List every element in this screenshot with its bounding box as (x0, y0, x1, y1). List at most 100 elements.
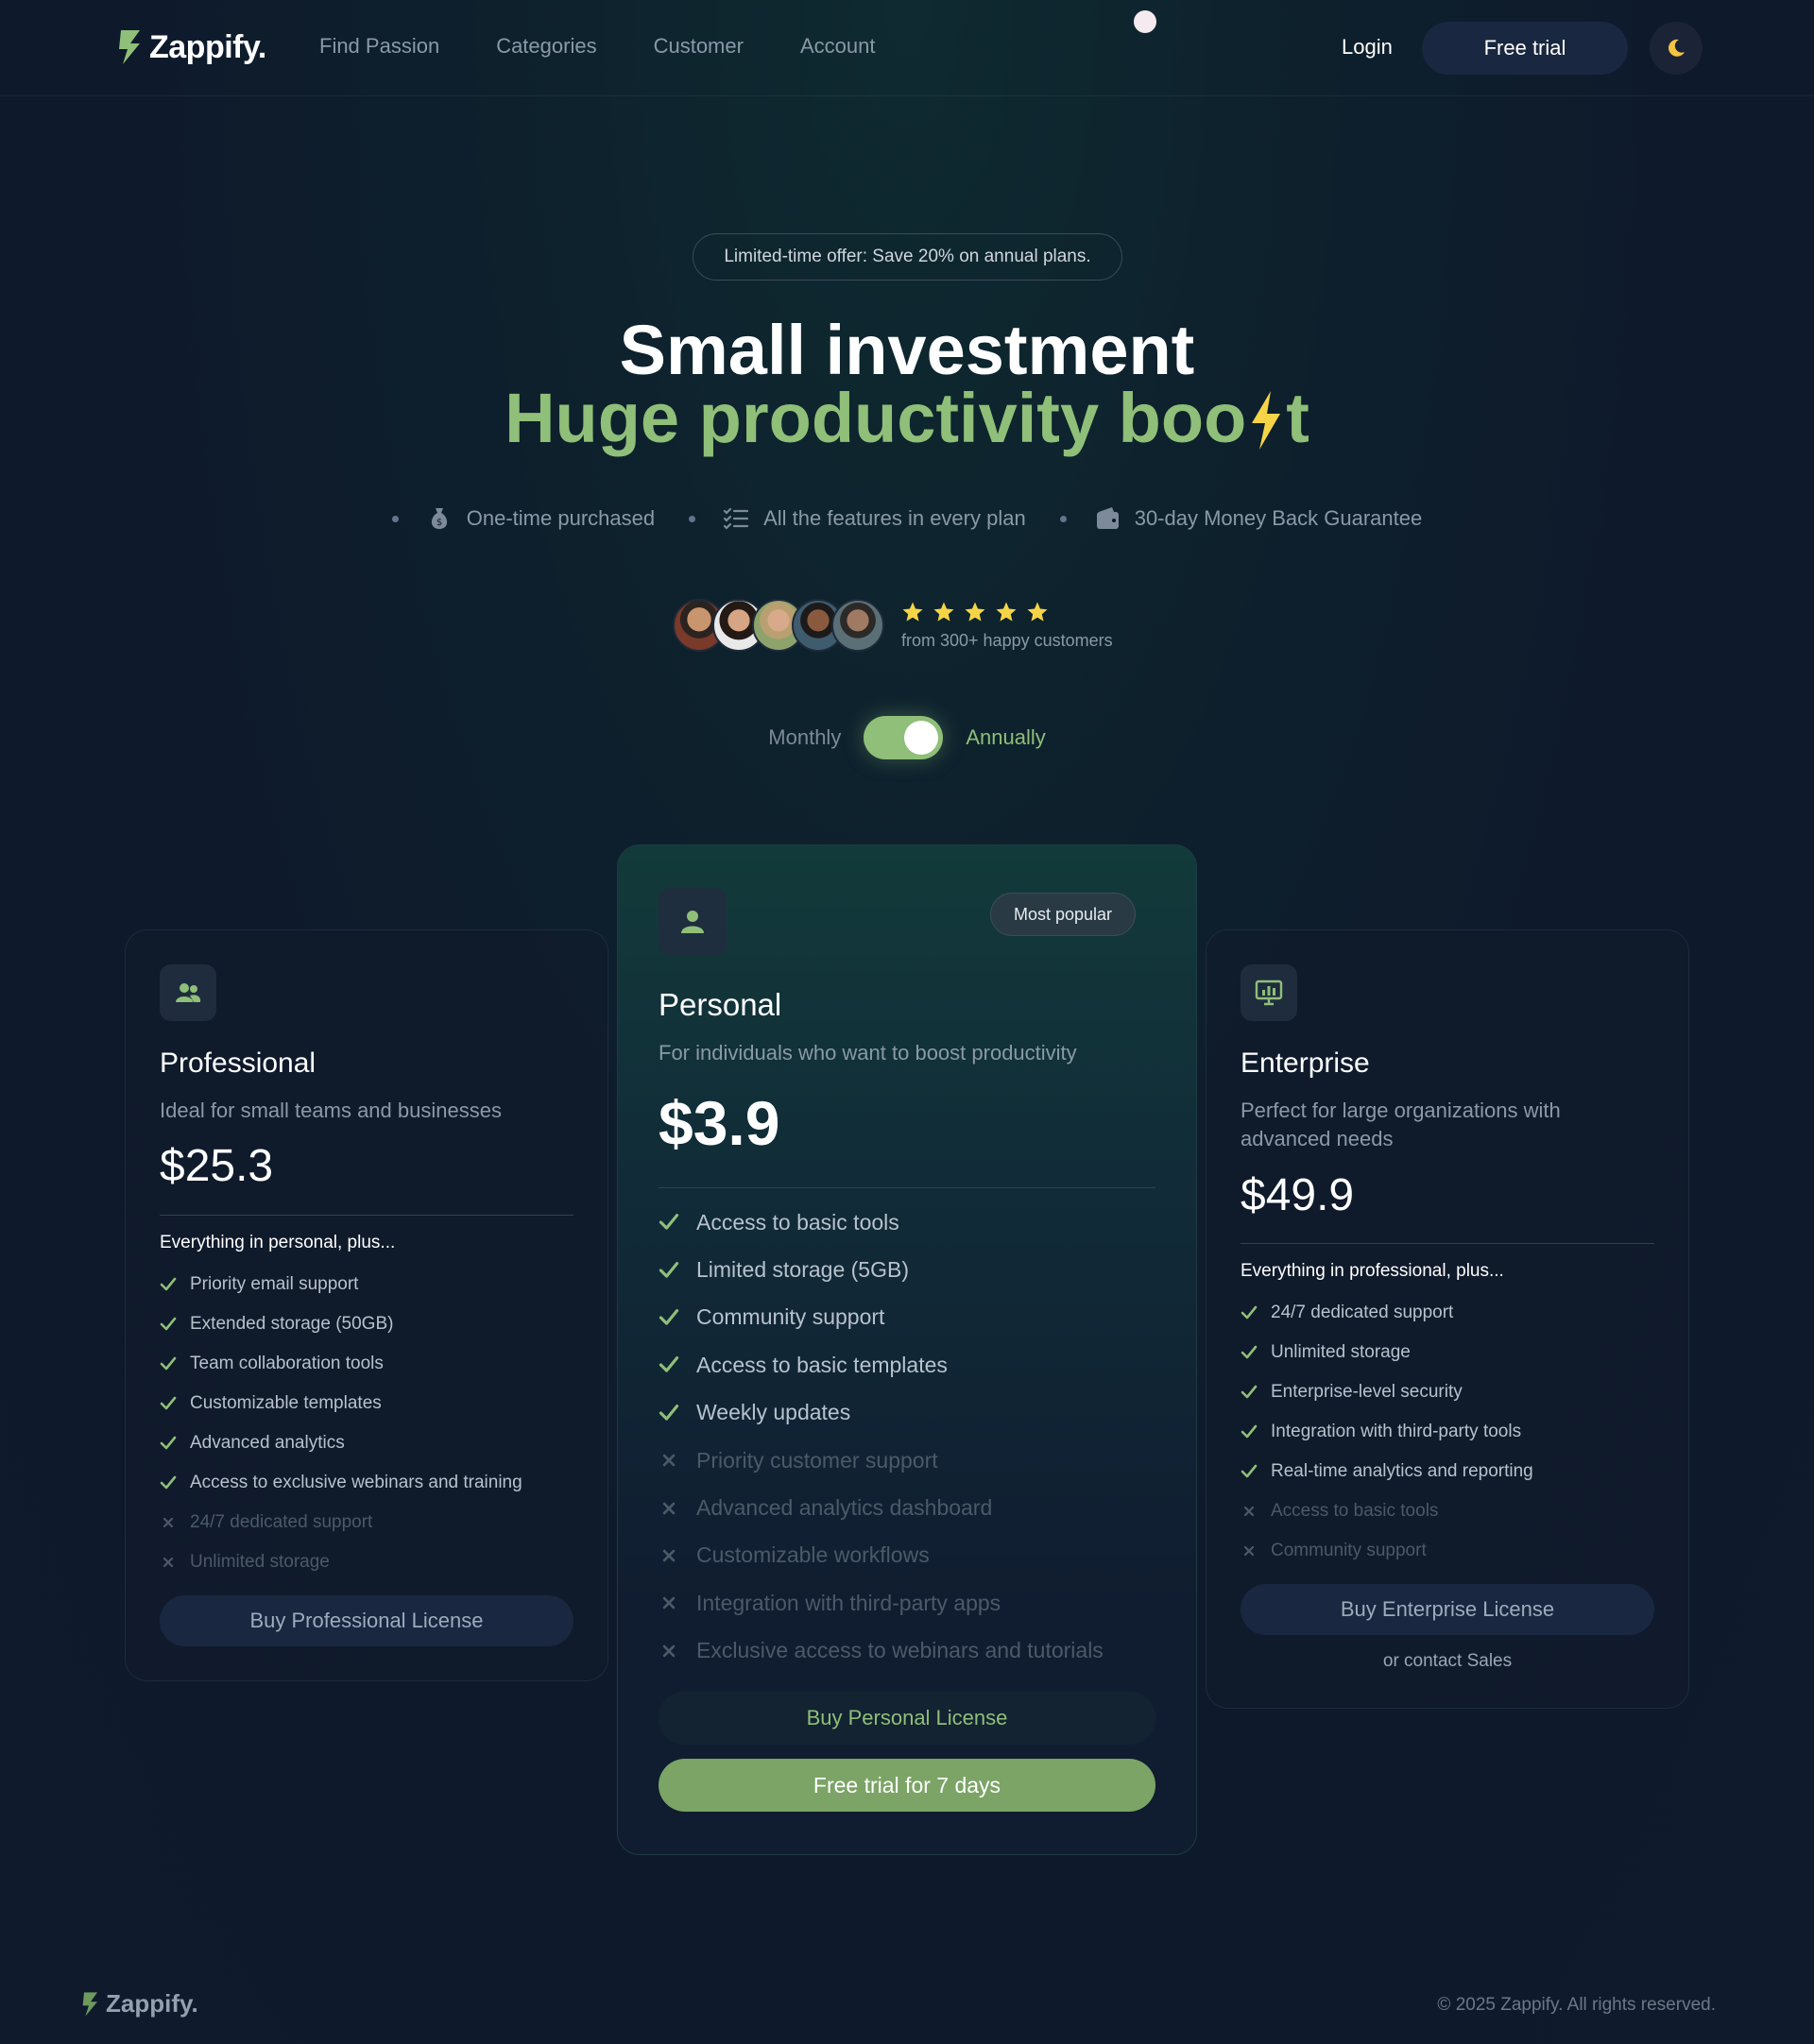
billing-toggle-row: Monthly Annually (0, 716, 1814, 759)
feature-text: Customizable workflows (696, 1542, 930, 1568)
svg-text:$: $ (436, 518, 442, 528)
bullet (391, 515, 399, 522)
user-icon (681, 911, 704, 933)
feature-text: Priority email support (190, 1274, 359, 1294)
feature-text: One-time purchased (466, 506, 656, 530)
x-icon (662, 1597, 676, 1610)
feature-text: All the features in every plan (763, 506, 1026, 530)
check-icon (659, 1261, 679, 1278)
hero-features: $ One-time purchased All the features in… (0, 504, 1814, 533)
users-icon (176, 983, 201, 1002)
most-popular-badge: Most popular (990, 893, 1137, 936)
feature-excluded: Community support (1241, 1531, 1533, 1571)
feature-excluded: Customizable workflows (659, 1532, 1104, 1579)
plan-price: $49.9 (1241, 1170, 1355, 1220)
feature-text: Advanced analytics (190, 1433, 345, 1453)
feature-included: 24/7 dedicated support (1241, 1293, 1533, 1333)
buy-enterprise-button[interactable]: Buy Enterprise License (1241, 1584, 1654, 1635)
billing-toggle[interactable] (864, 716, 944, 759)
feature-excluded: Priority customer support (659, 1437, 1104, 1484)
feature-text: Weekly updates (696, 1400, 851, 1425)
feature-excluded: 24/7 dedicated support (160, 1503, 522, 1542)
checklist-icon (723, 507, 749, 530)
wallet-icon (1096, 507, 1119, 529)
x-icon (1243, 1545, 1255, 1557)
zappify-logo-icon (119, 30, 140, 64)
theme-toggle-button[interactable] (1650, 22, 1703, 75)
feature-text: Unlimited storage (1271, 1342, 1411, 1362)
check-icon (659, 1356, 679, 1373)
feature-text: Community support (1271, 1541, 1427, 1560)
x-icon (662, 1549, 676, 1562)
feature-text: Integration with third-party apps (696, 1590, 1001, 1615)
rating-stars (901, 601, 1113, 623)
x-icon (1243, 1506, 1255, 1517)
plan-icon-box (160, 964, 216, 1021)
toggle-knob (904, 721, 939, 755)
feature-included: Weekly updates (659, 1389, 1104, 1437)
x-icon (662, 1502, 676, 1514)
plan-name: Personal (659, 987, 782, 1022)
star-icon (1027, 602, 1048, 622)
plan-description: For individuals who want to boost produc… (659, 1041, 1077, 1065)
feature-text: Limited storage (5GB) (696, 1257, 909, 1283)
plan-card-personal: Most popular Personal For individuals wh… (617, 844, 1197, 1855)
x-icon (662, 1644, 676, 1657)
logo[interactable]: Zappify. (117, 28, 266, 66)
bullet (689, 515, 696, 522)
feature-text: Access to exclusive webinars and trainin… (190, 1473, 522, 1492)
feature-text: Unlimited storage (190, 1552, 330, 1572)
x-icon (662, 1454, 676, 1467)
feature-list: 24/7 dedicated support Unlimited storage… (1241, 1293, 1533, 1571)
rating: from 300+ happy customers (901, 601, 1113, 651)
feature-included: Limited storage (5GB) (659, 1246, 1104, 1293)
feature-one-time: $ One-time purchased (391, 504, 656, 533)
billing-monthly-label[interactable]: Monthly (768, 725, 841, 750)
footer-logo[interactable]: Zappify. (81, 1989, 198, 2018)
plan-card-enterprise: Enterprise Perfect for large organizatio… (1206, 929, 1689, 1709)
nav-link-customer[interactable]: Customer (654, 34, 744, 59)
nav-link-find-passion[interactable]: Find Passion (319, 34, 439, 59)
contact-sales-link[interactable]: or contact Sales (1206, 1651, 1688, 1672)
check-icon (160, 1436, 177, 1450)
x-icon (163, 1517, 174, 1528)
divider (659, 1187, 1155, 1188)
star-icon (996, 602, 1017, 622)
check-icon (160, 1317, 177, 1331)
star-icon (933, 602, 954, 622)
plan-icon-box (1241, 964, 1297, 1021)
avatar-group (673, 599, 884, 652)
hero-title-line2-pre: Huge productivity boo (505, 379, 1247, 457)
login-link[interactable]: Login (1342, 35, 1393, 60)
offer-badge: Limited-time offer: Save 20% on annual p… (693, 233, 1122, 281)
plan-description-line: Perfect for large organizations with (1241, 1099, 1561, 1122)
feature-excluded: Access to basic tools (1241, 1491, 1533, 1531)
nav-link-categories[interactable]: Categories (496, 34, 596, 59)
buy-personal-button[interactable]: Buy Personal License (659, 1692, 1155, 1745)
footer-logo-text: Zappify. (106, 1989, 198, 2018)
feature-included: Access to basic tools (659, 1199, 1104, 1246)
check-icon (1241, 1424, 1258, 1439)
star-icon (902, 602, 923, 622)
feature-text: Access to basic templates (696, 1352, 948, 1377)
billing-annually-label[interactable]: Annually (966, 725, 1045, 750)
free-trial-7-days-button[interactable]: Free trial for 7 days (659, 1759, 1155, 1812)
nav-links: Find Passion Categories Customer Account (319, 34, 875, 59)
feature-list: Priority email support Extended storage … (160, 1265, 522, 1582)
plan-price: $25.3 (160, 1141, 274, 1191)
divider (1241, 1243, 1654, 1244)
social-caption: from 300+ happy customers (901, 630, 1113, 650)
feature-text: Extended storage (50GB) (190, 1314, 394, 1334)
money-bag-icon: $ (431, 508, 447, 529)
feature-text: Advanced analytics dashboard (696, 1495, 993, 1521)
hero-title-line2-post: t (1286, 379, 1309, 457)
nav-link-account[interactable]: Account (800, 34, 876, 59)
monitor-chart-icon (1255, 979, 1283, 1006)
buy-professional-button[interactable]: Buy Professional License (160, 1595, 573, 1646)
logo-text: Zappify. (149, 28, 266, 65)
free-trial-button[interactable]: Free trial (1422, 22, 1628, 75)
check-icon (160, 1356, 177, 1371)
zappify-logo-icon (82, 1991, 97, 2017)
feature-included: Real-time analytics and reporting (1241, 1452, 1533, 1491)
check-icon (659, 1309, 679, 1325)
